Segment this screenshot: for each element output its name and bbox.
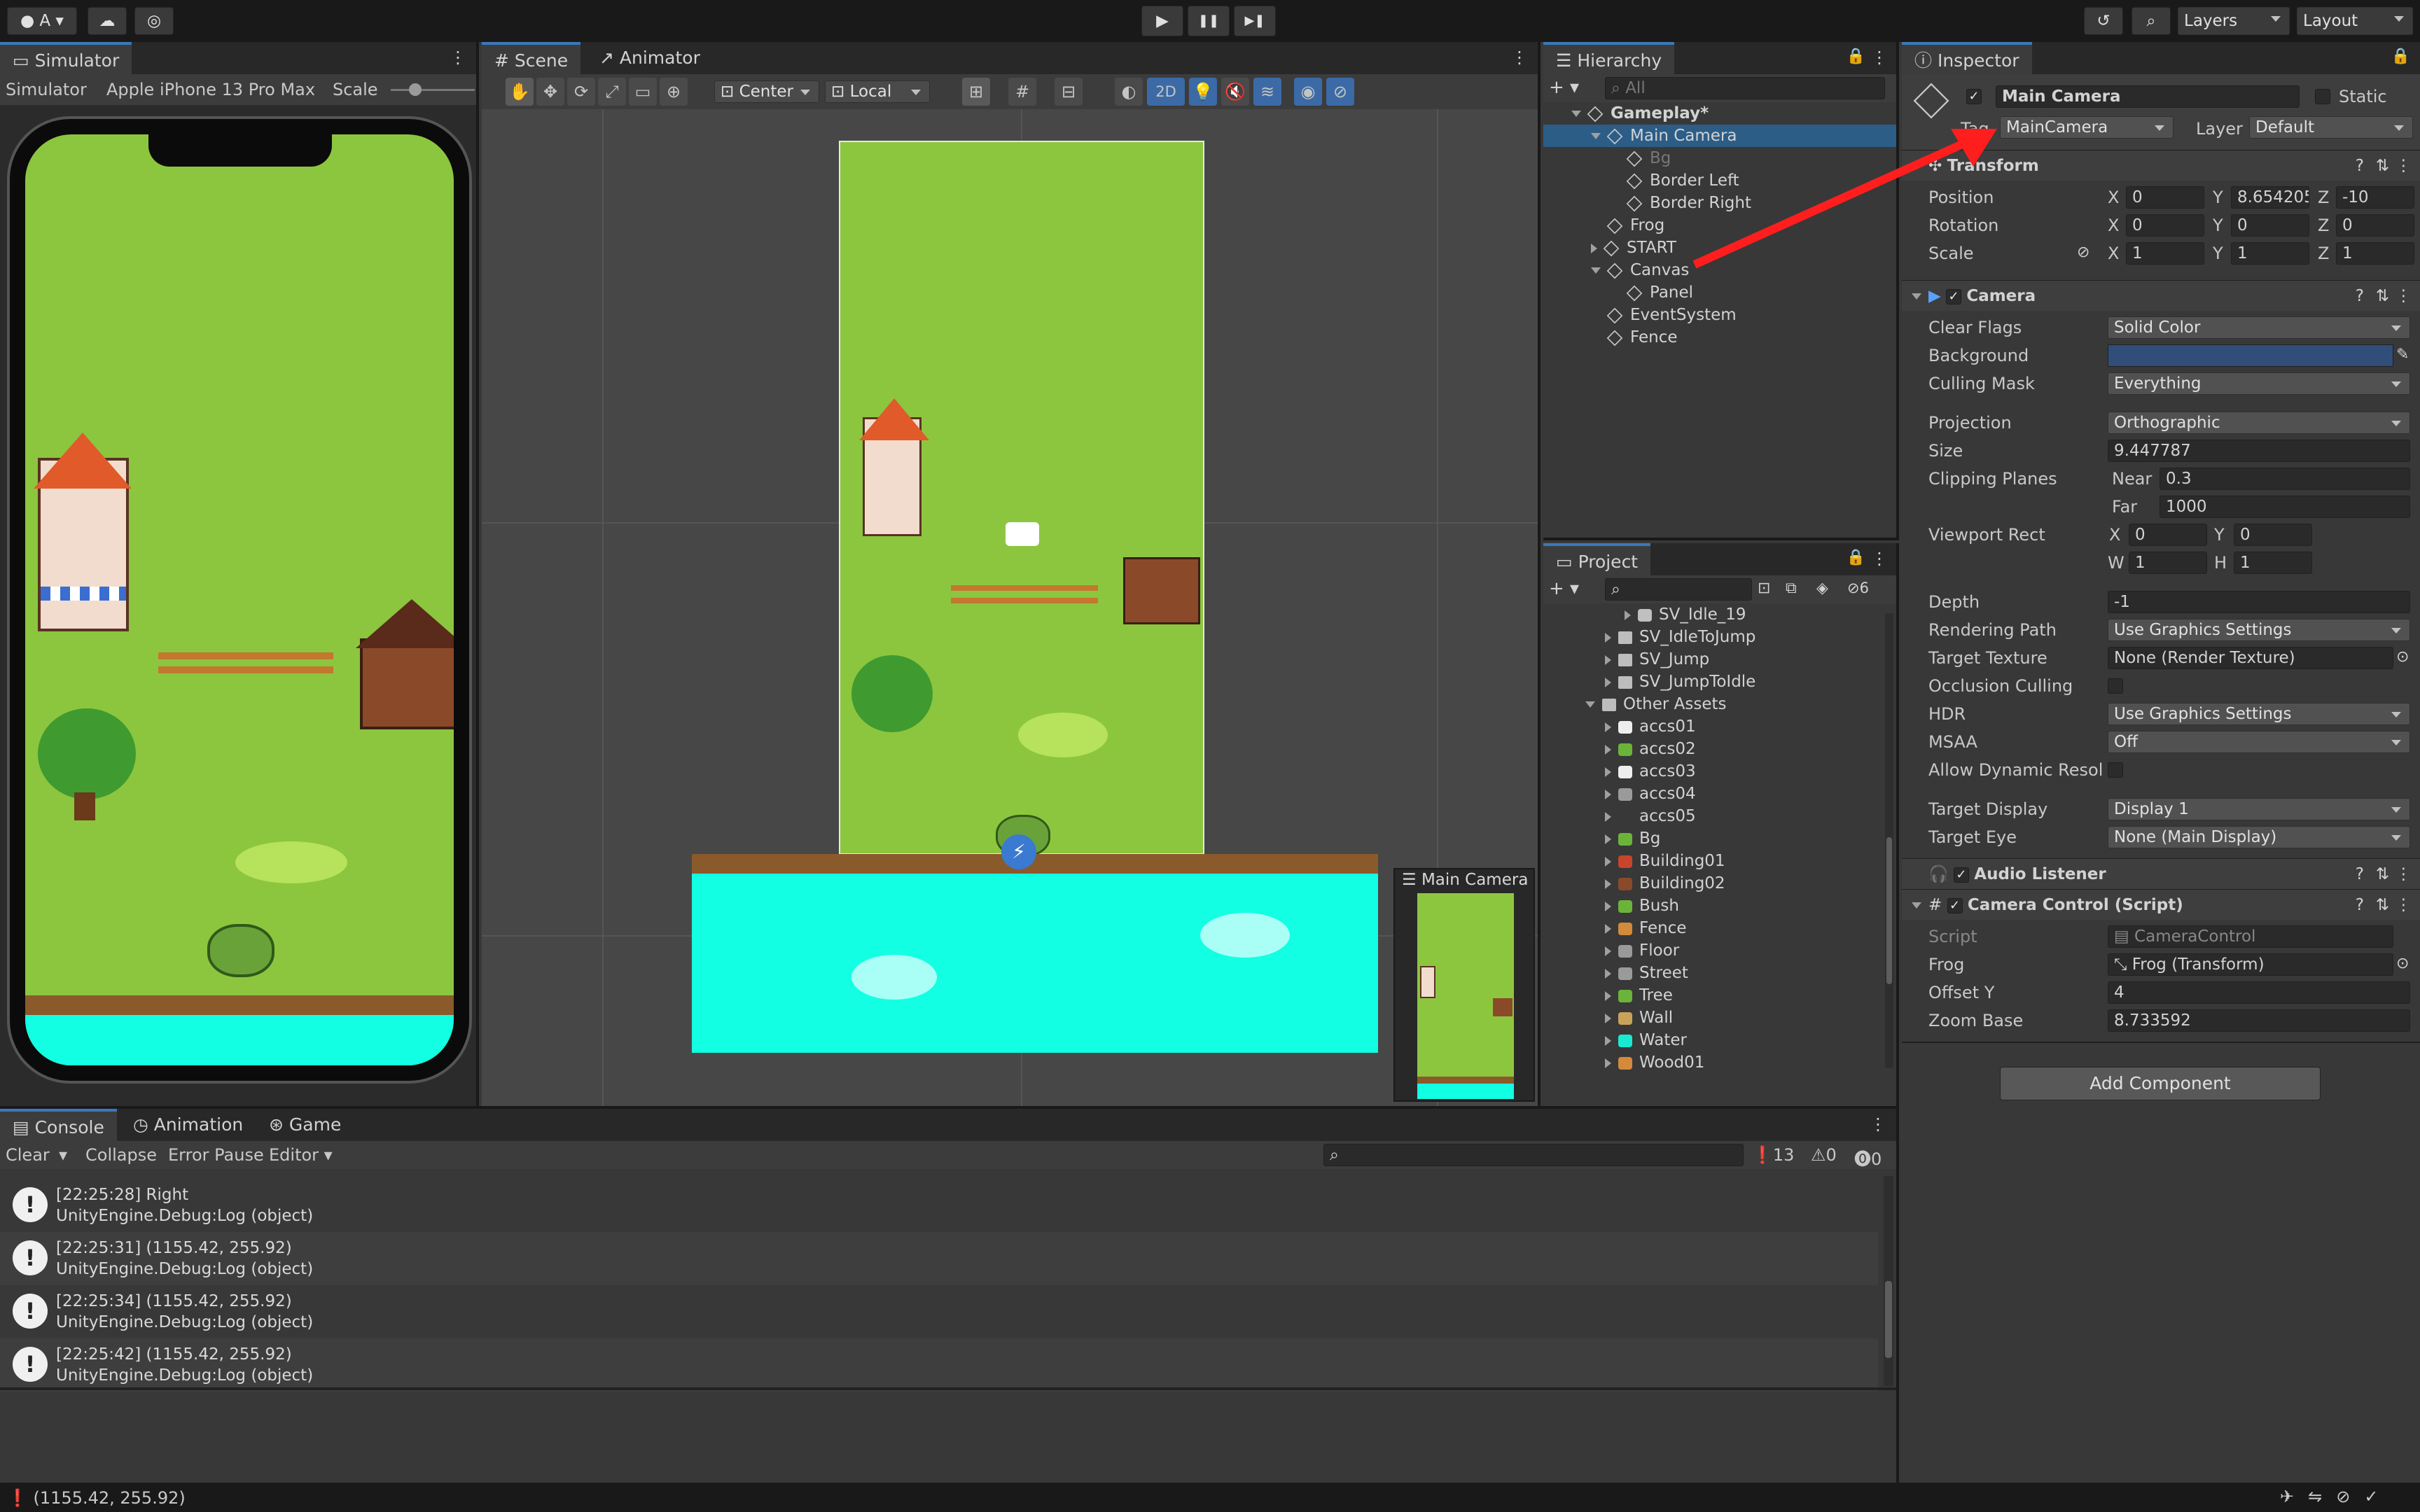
annotation-arrow: [1692, 129, 1997, 269]
annotation-arrow-line: [1692, 134, 1977, 269]
